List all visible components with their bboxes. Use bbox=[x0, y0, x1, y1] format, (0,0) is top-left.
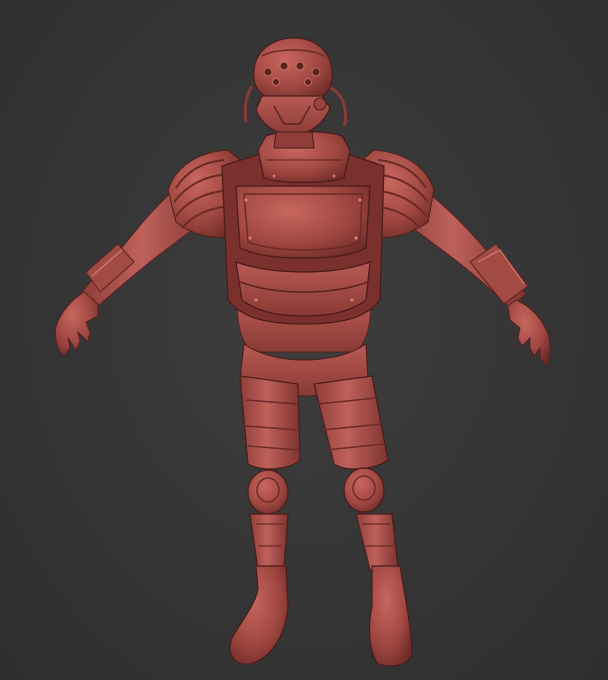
right-leg bbox=[313, 375, 413, 667]
left-leg bbox=[229, 375, 301, 665]
sculpt-model bbox=[55, 37, 551, 667]
chest-armor bbox=[221, 130, 385, 353]
helmet bbox=[243, 37, 347, 149]
viewport-canvas[interactable] bbox=[0, 0, 608, 680]
